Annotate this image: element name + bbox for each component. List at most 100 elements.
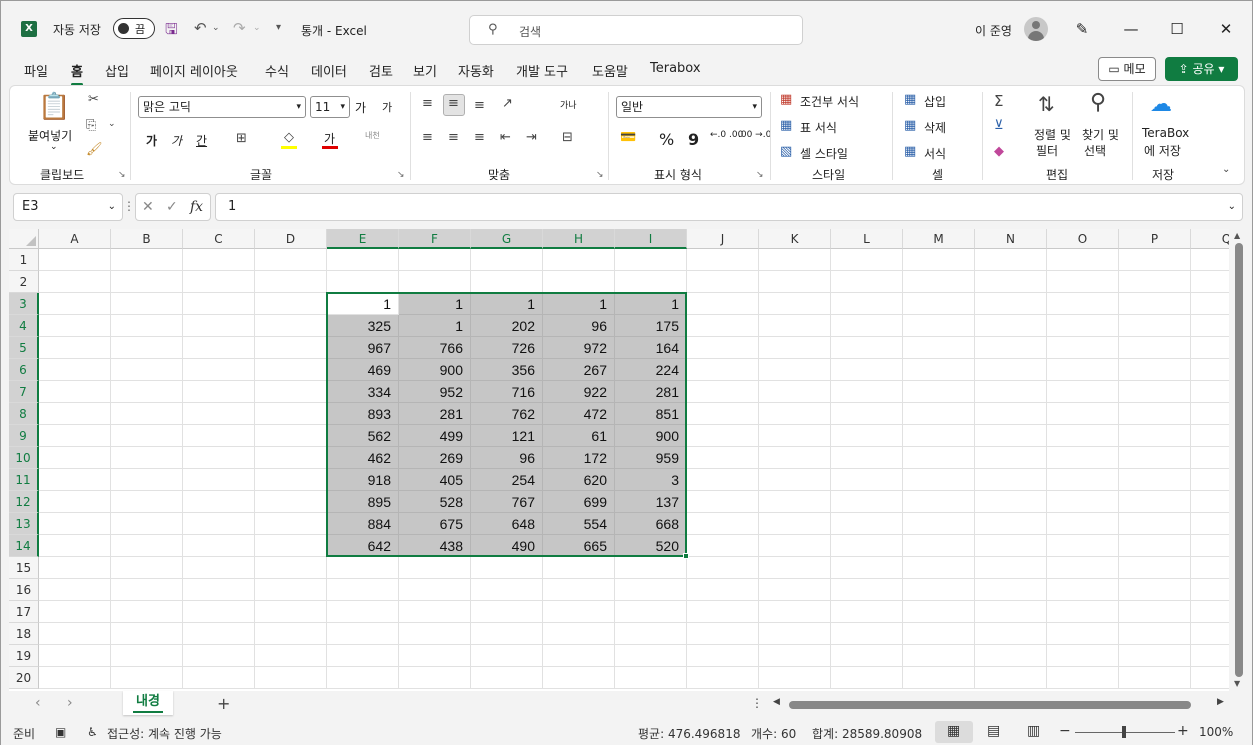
cell-j3[interactable]: [687, 293, 759, 315]
tab-review[interactable]: 검토: [369, 61, 393, 80]
customize-qat-icon[interactable]: ▾: [276, 22, 281, 33]
align-right-icon[interactable]: ≡: [474, 130, 485, 145]
cell-a20[interactable]: [39, 667, 111, 689]
cell-d8[interactable]: [255, 403, 327, 425]
tab-split-handle-icon[interactable]: ⋮: [751, 696, 763, 710]
cell-n8[interactable]: [975, 403, 1047, 425]
cell-o7[interactable]: [1047, 381, 1119, 403]
cell-f8[interactable]: 281: [399, 403, 471, 425]
cell-q9[interactable]: [1191, 425, 1229, 447]
cell-l6[interactable]: [831, 359, 903, 381]
cell-m14[interactable]: [903, 535, 975, 557]
cell-m10[interactable]: [903, 447, 975, 469]
cell-q7[interactable]: [1191, 381, 1229, 403]
column-header-i[interactable]: I: [615, 229, 687, 249]
cell-a2[interactable]: [39, 271, 111, 293]
cell-m5[interactable]: [903, 337, 975, 359]
cell-a12[interactable]: [39, 491, 111, 513]
cell-h12[interactable]: 699: [543, 491, 615, 513]
tab-developer[interactable]: 개발 도구: [516, 61, 568, 80]
cell-style-button[interactable]: 셀 스타일: [800, 145, 848, 162]
conditional-format-button[interactable]: 조건부 서식: [800, 93, 859, 110]
column-header-n[interactable]: N: [975, 229, 1047, 249]
cell-a6[interactable]: [39, 359, 111, 381]
cell-b1[interactable]: [111, 249, 183, 271]
cell-d7[interactable]: [255, 381, 327, 403]
cell-c4[interactable]: [183, 315, 255, 337]
cell-o13[interactable]: [1047, 513, 1119, 535]
cell-h19[interactable]: [543, 645, 615, 667]
horizontal-scrollbar[interactable]: [785, 700, 1225, 710]
cell-k19[interactable]: [759, 645, 831, 667]
cell-l16[interactable]: [831, 579, 903, 601]
cell-d11[interactable]: [255, 469, 327, 491]
cell-j18[interactable]: [687, 623, 759, 645]
cell-k9[interactable]: [759, 425, 831, 447]
cell-l5[interactable]: [831, 337, 903, 359]
cell-h20[interactable]: [543, 667, 615, 689]
cell-d3[interactable]: [255, 293, 327, 315]
cell-q2[interactable]: [1191, 271, 1229, 293]
cell-l11[interactable]: [831, 469, 903, 491]
cell-l17[interactable]: [831, 601, 903, 623]
cell-i10[interactable]: 959: [615, 447, 687, 469]
cell-j20[interactable]: [687, 667, 759, 689]
cell-c15[interactable]: [183, 557, 255, 579]
column-header-d[interactable]: D: [255, 229, 327, 249]
font-name-select[interactable]: 맑은 고딕 ▾: [138, 96, 306, 118]
cell-k7[interactable]: [759, 381, 831, 403]
cell-f7[interactable]: 952: [399, 381, 471, 403]
cell-f1[interactable]: [399, 249, 471, 271]
macro-record-icon[interactable]: ▣: [55, 725, 66, 739]
tab-formulas[interactable]: 수식: [265, 61, 289, 80]
cell-c11[interactable]: [183, 469, 255, 491]
cell-o9[interactable]: [1047, 425, 1119, 447]
cell-n12[interactable]: [975, 491, 1047, 513]
cell-n6[interactable]: [975, 359, 1047, 381]
increase-indent-icon[interactable]: ⇥: [526, 130, 537, 145]
cell-o14[interactable]: [1047, 535, 1119, 557]
clipboard-launcher-icon[interactable]: ↘: [118, 170, 126, 180]
cell-m7[interactable]: [903, 381, 975, 403]
cell-j10[interactable]: [687, 447, 759, 469]
cell-j9[interactable]: [687, 425, 759, 447]
vertical-scrollbar[interactable]: ▲ ▼: [1231, 229, 1247, 691]
cell-h3[interactable]: 1: [543, 293, 615, 315]
scroll-right-icon[interactable]: ▶: [1217, 697, 1224, 707]
cell-o10[interactable]: [1047, 447, 1119, 469]
vertical-scroll-thumb[interactable]: [1235, 243, 1243, 677]
accessibility-status[interactable]: 접근성: 계속 진행 가능: [107, 725, 222, 742]
cell-a11[interactable]: [39, 469, 111, 491]
cell-c12[interactable]: [183, 491, 255, 513]
cell-a8[interactable]: [39, 403, 111, 425]
cell-q5[interactable]: [1191, 337, 1229, 359]
row-header-12[interactable]: 12: [9, 491, 39, 513]
cell-q19[interactable]: [1191, 645, 1229, 667]
cell-n16[interactable]: [975, 579, 1047, 601]
cell-b17[interactable]: [111, 601, 183, 623]
cell-i13[interactable]: 668: [615, 513, 687, 535]
cell-h17[interactable]: [543, 601, 615, 623]
decrease-decimal-button[interactable]: .00 →.0: [738, 130, 771, 140]
increase-font-icon[interactable]: 가: [355, 99, 366, 116]
cell-f16[interactable]: [399, 579, 471, 601]
autosum-icon[interactable]: Σ: [994, 92, 1003, 110]
cell-j7[interactable]: [687, 381, 759, 403]
redo-dropdown-icon[interactable]: ⌄: [253, 23, 261, 33]
cell-k10[interactable]: [759, 447, 831, 469]
cell-h10[interactable]: 172: [543, 447, 615, 469]
merge-center-icon[interactable]: ⊟: [562, 130, 573, 145]
cell-m16[interactable]: [903, 579, 975, 601]
row-header-1[interactable]: 1: [9, 249, 39, 271]
cell-d12[interactable]: [255, 491, 327, 513]
cell-b8[interactable]: [111, 403, 183, 425]
cell-i14[interactable]: 520: [615, 535, 687, 557]
share-button[interactable]: ⇪ 공유 ▾: [1165, 57, 1238, 81]
row-header-3[interactable]: 3: [9, 293, 39, 315]
tab-page-layout[interactable]: 페이지 레이아웃: [150, 61, 238, 80]
insert-function-icon[interactable]: fx: [190, 199, 203, 215]
cell-j14[interactable]: [687, 535, 759, 557]
cut-icon[interactable]: ✂: [88, 92, 99, 107]
cell-j16[interactable]: [687, 579, 759, 601]
cell-p6[interactable]: [1119, 359, 1191, 381]
